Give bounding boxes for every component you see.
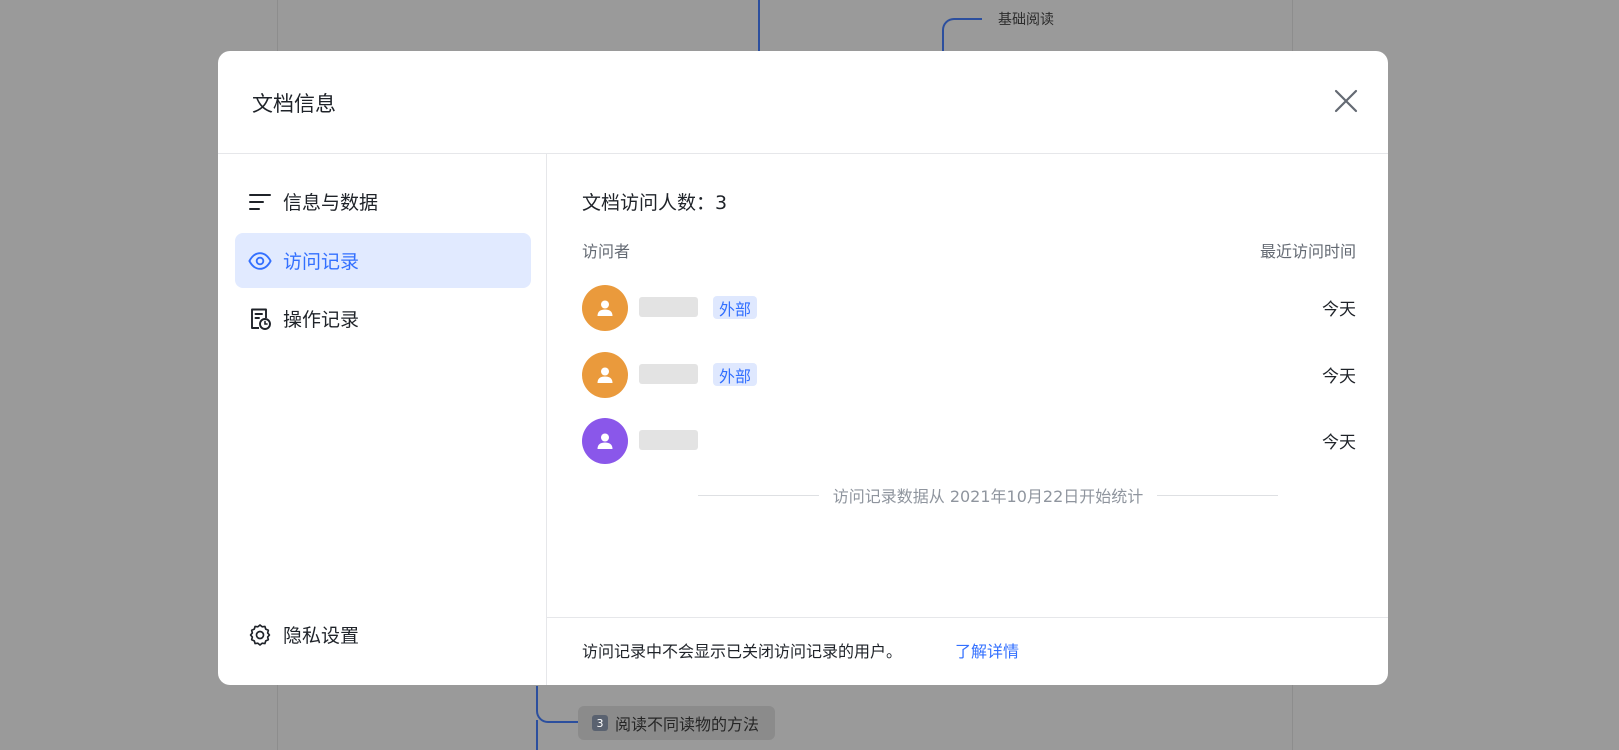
learn-more-link[interactable]: 了解详情 — [955, 638, 1019, 662]
mindmap-connector — [536, 720, 538, 750]
user-icon — [597, 367, 613, 383]
mindmap-branch-connector — [536, 686, 578, 723]
visitor-row: 外部 今天 — [582, 352, 1356, 398]
divider-line — [1157, 494, 1278, 496]
avatar[interactable] — [582, 285, 628, 331]
mindmap-connector — [758, 0, 760, 52]
sidebar-item-label: 操作记录 — [283, 309, 360, 331]
sidebar-item-visit-records[interactable]: 访问记录 — [235, 233, 531, 288]
external-tag: 外部 — [713, 296, 758, 319]
mindmap-node-label: 阅读不同读物的方法 — [615, 715, 760, 734]
divider-line — [698, 494, 819, 496]
document-info-dialog: 文档信息 信息与数据 访问记录 操作记录 隐私设置 文档访问人数：3 访问者 最… — [218, 51, 1388, 685]
sidebar-item-operation-records[interactable]: 操作记录 — [235, 291, 531, 346]
privacy-settings-button[interactable]: 隐私设置 — [235, 607, 531, 662]
stats-start-note: 访问记录数据从 2021年10月22日开始统计 — [698, 484, 1278, 506]
doc-clock-icon — [248, 307, 272, 331]
last-visit-time: 今天 — [1322, 300, 1356, 320]
last-visit-time: 今天 — [1322, 367, 1356, 387]
mindmap-node-bottom: 3 阅读不同读物的方法 — [578, 706, 776, 740]
visitor-name-redacted — [639, 430, 698, 450]
last-visit-time: 今天 — [1322, 433, 1356, 453]
user-icon — [597, 433, 613, 449]
avatar[interactable] — [582, 352, 628, 398]
column-header-last-visit: 最近访问时间 — [1259, 242, 1356, 261]
dialog-title: 文档信息 — [252, 92, 336, 116]
dialog-header: 文档信息 — [218, 51, 1388, 154]
visitor-name-redacted — [639, 297, 698, 317]
column-header-visitor: 访问者 — [582, 242, 631, 261]
close-button[interactable] — [1326, 81, 1366, 121]
dialog-sidebar: 信息与数据 访问记录 操作记录 隐私设置 — [218, 154, 547, 685]
avatar[interactable] — [582, 418, 628, 464]
footer-notice: 访问记录中不会显示已关闭访问记录的用户。 — [582, 642, 903, 661]
sidebar-item-label: 信息与数据 — [283, 192, 379, 214]
gear-icon — [248, 623, 272, 647]
user-icon — [597, 300, 613, 316]
sidebar-item-info-data[interactable]: 信息与数据 — [235, 174, 531, 229]
sidebar-item-label: 访问记录 — [283, 251, 360, 273]
number-badge: 3 — [592, 715, 608, 731]
stats-start-text: 访问记录数据从 2021年10月22日开始统计 — [832, 487, 1144, 506]
visitor-name-redacted — [639, 364, 698, 384]
dialog-footer: 访问记录中不会显示已关闭访问记录的用户。 了解详情 — [547, 617, 1388, 685]
visitor-count: 文档访问人数：3 — [582, 192, 728, 214]
visitor-row: 外部 今天 — [582, 285, 1356, 331]
mindmap-node-top: 基础阅读 — [998, 12, 1054, 28]
mindmap-branch-connector — [942, 18, 982, 52]
visit-records-panel: 文档访问人数：3 访问者 最近访问时间 外部 今天 外部 今天 今天 访问记录数… — [547, 154, 1388, 685]
eye-icon — [248, 249, 272, 273]
external-tag: 外部 — [713, 363, 758, 386]
visitor-row: 今天 — [582, 418, 1356, 464]
close-icon — [1334, 89, 1358, 113]
list-icon — [248, 190, 272, 214]
privacy-settings-label: 隐私设置 — [283, 625, 360, 647]
